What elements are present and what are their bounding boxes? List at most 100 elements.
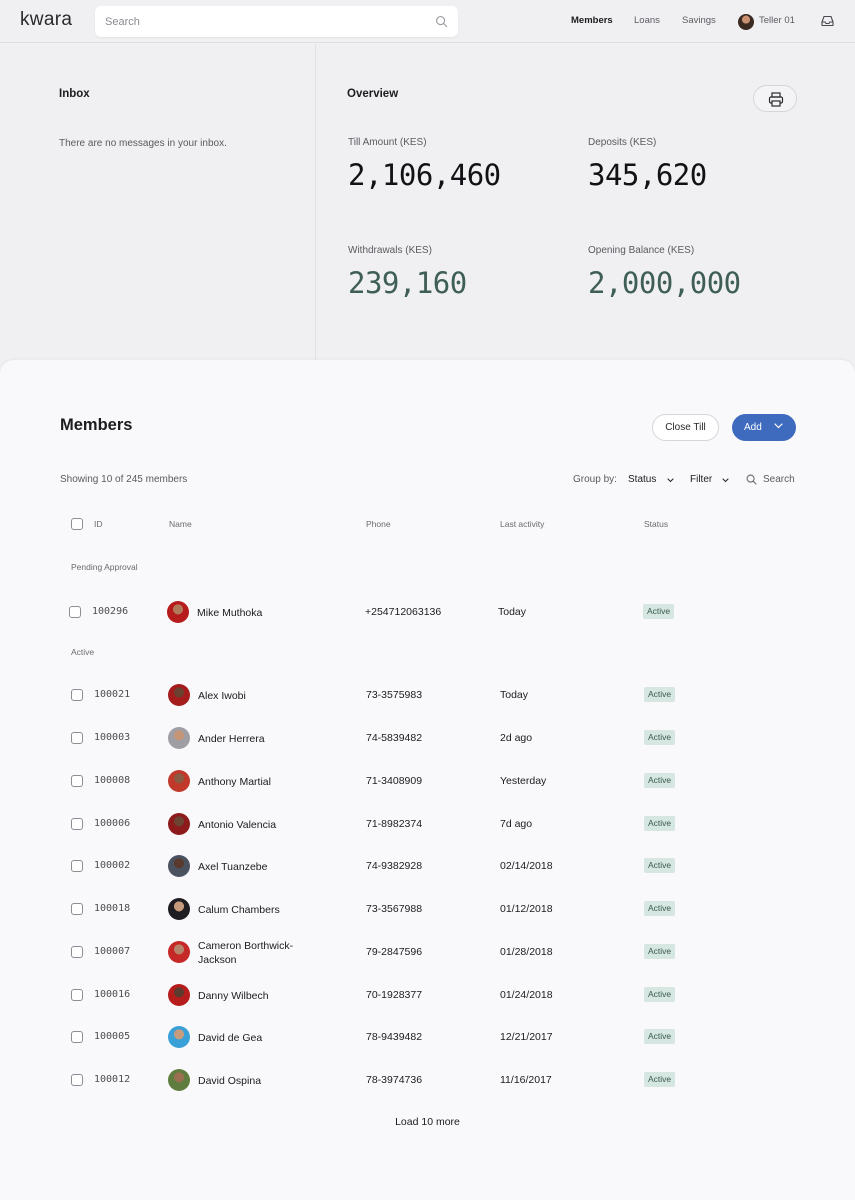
avatar — [168, 941, 190, 963]
table-row[interactable]: 100003 Ander Herrera 74-5839482 2d ago A… — [0, 723, 855, 753]
row-checkbox[interactable] — [71, 1074, 83, 1086]
member-name[interactable]: Alex Iwobi — [198, 689, 318, 703]
member-name[interactable]: Axel Tuanzebe — [198, 860, 318, 874]
table-row[interactable]: 100008 Anthony Martial 71-3408909 Yester… — [0, 766, 855, 796]
chevron-down-icon[interactable] — [722, 478, 729, 483]
member-name[interactable]: Anthony Martial — [198, 775, 318, 789]
member-name[interactable]: Cameron Borthwick-Jackson — [198, 939, 318, 967]
close-till-button[interactable]: Close Till — [652, 414, 719, 441]
status-badge: Active — [643, 604, 675, 619]
chevron-down-icon — [774, 423, 783, 429]
group-by-select[interactable]: Status — [628, 474, 656, 485]
withdrawals-label: Withdrawals (KES) — [348, 245, 432, 256]
member-name[interactable]: David Ospina — [198, 1074, 318, 1088]
search-icon[interactable] — [746, 474, 757, 485]
avatar — [168, 727, 190, 749]
status-badge: Active — [644, 773, 676, 788]
table-row[interactable]: 100018 Calum Chambers 73-3567988 01/12/2… — [0, 894, 855, 924]
table-row[interactable]: 100016 Danny Wilbech 70-1928377 01/24/20… — [0, 980, 855, 1010]
member-id: 100006 — [94, 818, 131, 829]
table-row[interactable]: 100002 Axel Tuanzebe 74-9382928 02/14/20… — [0, 851, 855, 881]
search-icon[interactable] — [435, 15, 448, 28]
member-name[interactable]: Mike Muthoka — [197, 606, 317, 620]
member-last-activity: 02/14/2018 — [500, 860, 553, 872]
member-name[interactable]: Calum Chambers — [198, 903, 318, 917]
user-menu[interactable]: Teller 01 — [759, 15, 795, 26]
table-row[interactable]: 100012 David Ospina 78-3974736 11/16/201… — [0, 1065, 855, 1095]
table-row[interactable]: 100007 Cameron Borthwick-Jackson 79-2847… — [0, 937, 855, 967]
print-button[interactable] — [753, 85, 797, 112]
member-id: 100005 — [94, 1031, 131, 1042]
status-badge: Active — [644, 1072, 676, 1087]
status-badge: Active — [644, 944, 676, 959]
kwara-logo[interactable]: kwara — [20, 9, 72, 31]
member-phone: 78-3974736 — [366, 1074, 423, 1086]
member-id: 100003 — [94, 732, 131, 743]
global-search[interactable] — [95, 6, 458, 37]
row-checkbox[interactable] — [71, 946, 83, 958]
members-title: Members — [60, 416, 133, 434]
member-phone: 73-3575983 — [366, 689, 423, 701]
member-name[interactable]: Danny Wilbech — [198, 989, 318, 1003]
member-last-activity: Today — [500, 689, 529, 701]
table-row[interactable]: 100296 Mike Muthoka +254712063136 Today … — [0, 597, 855, 627]
member-phone: 73-3567988 — [366, 903, 423, 915]
inbox-icon[interactable] — [821, 15, 834, 27]
row-checkbox[interactable] — [71, 860, 83, 872]
till-amount-label: Till Amount (KES) — [348, 137, 427, 148]
column-status[interactable]: Status — [644, 519, 668, 529]
column-phone[interactable]: Phone — [366, 519, 391, 529]
chevron-down-icon[interactable] — [667, 478, 674, 483]
column-id[interactable]: ID — [94, 519, 103, 529]
member-phone: +254712063136 — [365, 606, 442, 618]
filter-button[interactable]: Filter — [690, 474, 712, 485]
select-all-checkbox[interactable] — [71, 518, 83, 530]
row-checkbox[interactable] — [71, 818, 83, 830]
member-phone: 70-1928377 — [366, 989, 423, 1001]
table-row[interactable]: 100006 Antonio Valencia 71-8982374 7d ag… — [0, 809, 855, 839]
column-name[interactable]: Name — [169, 519, 192, 529]
add-button-label: Add — [744, 422, 762, 433]
status-badge: Active — [644, 987, 676, 1002]
row-checkbox[interactable] — [69, 606, 81, 618]
overview-title: Overview — [347, 88, 399, 100]
member-phone: 71-8982374 — [366, 818, 423, 830]
member-name[interactable]: David de Gea — [198, 1031, 318, 1045]
user-avatar[interactable] — [738, 14, 754, 30]
nav-members[interactable]: Members — [571, 15, 613, 26]
table-row[interactable]: 100021 Alex Iwobi 73-3575983 Today Activ… — [0, 680, 855, 710]
row-checkbox[interactable] — [71, 903, 83, 915]
member-last-activity: 01/12/2018 — [500, 903, 553, 915]
member-phone: 74-9382928 — [366, 860, 423, 872]
group-active: Active — [71, 647, 95, 657]
avatar — [167, 601, 189, 623]
table-row[interactable]: 100005 David de Gea 78-9439482 12/21/201… — [0, 1022, 855, 1052]
column-last-activity[interactable]: Last activity — [500, 519, 544, 529]
opening-balance-value: 2,000,000 — [588, 266, 741, 300]
nav-loans[interactable]: Loans — [634, 15, 660, 26]
member-id: 100012 — [94, 1074, 131, 1085]
row-checkbox[interactable] — [71, 989, 83, 1001]
avatar — [168, 1026, 190, 1048]
nav-savings[interactable]: Savings — [682, 15, 716, 26]
member-name[interactable]: Ander Herrera — [198, 732, 318, 746]
member-name[interactable]: Antonio Valencia — [198, 818, 318, 832]
avatar — [168, 1069, 190, 1091]
avatar — [168, 855, 190, 877]
row-checkbox[interactable] — [71, 775, 83, 787]
members-card: Members Close Till Add Showing 10 of 245… — [0, 360, 855, 1200]
member-last-activity: 11/16/2017 — [500, 1074, 552, 1086]
member-phone: 78-9439482 — [366, 1031, 423, 1043]
row-checkbox[interactable] — [71, 1031, 83, 1043]
load-more-button[interactable]: Load 10 more — [0, 1116, 855, 1128]
status-badge: Active — [644, 858, 676, 873]
add-button[interactable]: Add — [732, 414, 796, 441]
table-search[interactable]: Search — [763, 474, 795, 485]
row-checkbox[interactable] — [71, 732, 83, 744]
inbox-title: Inbox — [59, 88, 90, 100]
member-last-activity: 01/28/2018 — [500, 946, 553, 958]
row-checkbox[interactable] — [71, 689, 83, 701]
deposits-label: Deposits (KES) — [588, 137, 657, 148]
group-by-label: Group by: — [573, 474, 617, 485]
search-input[interactable] — [105, 6, 425, 37]
